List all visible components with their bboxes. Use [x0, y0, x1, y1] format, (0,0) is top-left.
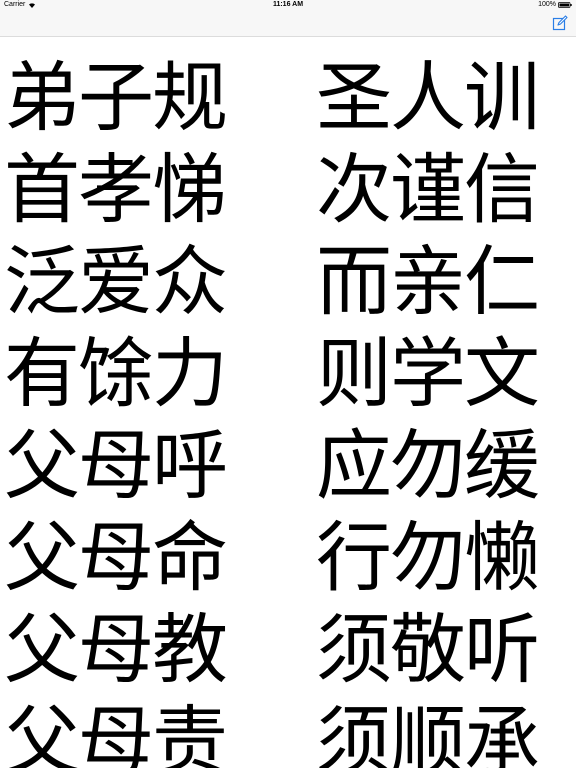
verse-right-text: 须敬听 [316, 605, 540, 694]
verse-right-text: 则学文 [316, 329, 540, 418]
verse-right-text: 次谨信 [316, 145, 540, 234]
status-right: 100% [538, 1, 572, 8]
verse-right-text: 应勿缓 [316, 421, 540, 510]
status-time: 11:16 AM [272, 1, 304, 8]
verse-left-text: 首孝悌 [4, 145, 228, 234]
verse-row: 有馀力 则学文 [0, 328, 576, 420]
verse-right-text: 行勿懒 [316, 513, 540, 602]
verse-left-text: 有馀力 [4, 329, 228, 418]
screen: Carrier 11:16 AM 100% 弟子规 圣人训 首孝悌 次谨信 泛爱… [0, 0, 576, 768]
verse-row: 父母呼 应勿缓 [0, 420, 576, 512]
compose-icon [552, 15, 568, 31]
verse-row: 首孝悌 次谨信 [0, 144, 576, 236]
verse-left-text: 父母责 [4, 697, 228, 768]
verse-left-text: 父母呼 [4, 421, 228, 510]
battery-percent: 100% [538, 1, 556, 8]
verse-right-text: 圣人训 [316, 53, 540, 142]
verse-row: 父母责 须顺承 [0, 696, 576, 768]
verse-left-text: 弟子规 [4, 53, 228, 142]
compose-button[interactable] [552, 15, 568, 31]
verse-row: 父母教 须敬听 [0, 604, 576, 696]
verse-list[interactable]: 弟子规 圣人训 首孝悌 次谨信 泛爱众 而亲仁 有馀力 则学文 父母呼 应勿缓 父母命 行勿懒 父母教须… [0, 37, 576, 768]
navigation-bar [0, 10, 576, 37]
verse-left-text: 父母命 [4, 513, 228, 602]
verse-left-text: 父母教 [4, 605, 228, 694]
verse-right-text: 而亲仁 [316, 237, 540, 326]
status-bar: Carrier 11:16 AM 100% [0, 0, 576, 10]
verse-row: 弟子规 圣人训 [0, 52, 576, 144]
verse-row: 泛爱众 而亲仁 [0, 236, 576, 328]
verse-left-text: 泛爱众 [4, 237, 228, 326]
verse-right-text: 须顺承 [316, 697, 540, 768]
verse-row: 父母命 行勿懒 [0, 512, 576, 604]
battery-icon [558, 1, 572, 8]
